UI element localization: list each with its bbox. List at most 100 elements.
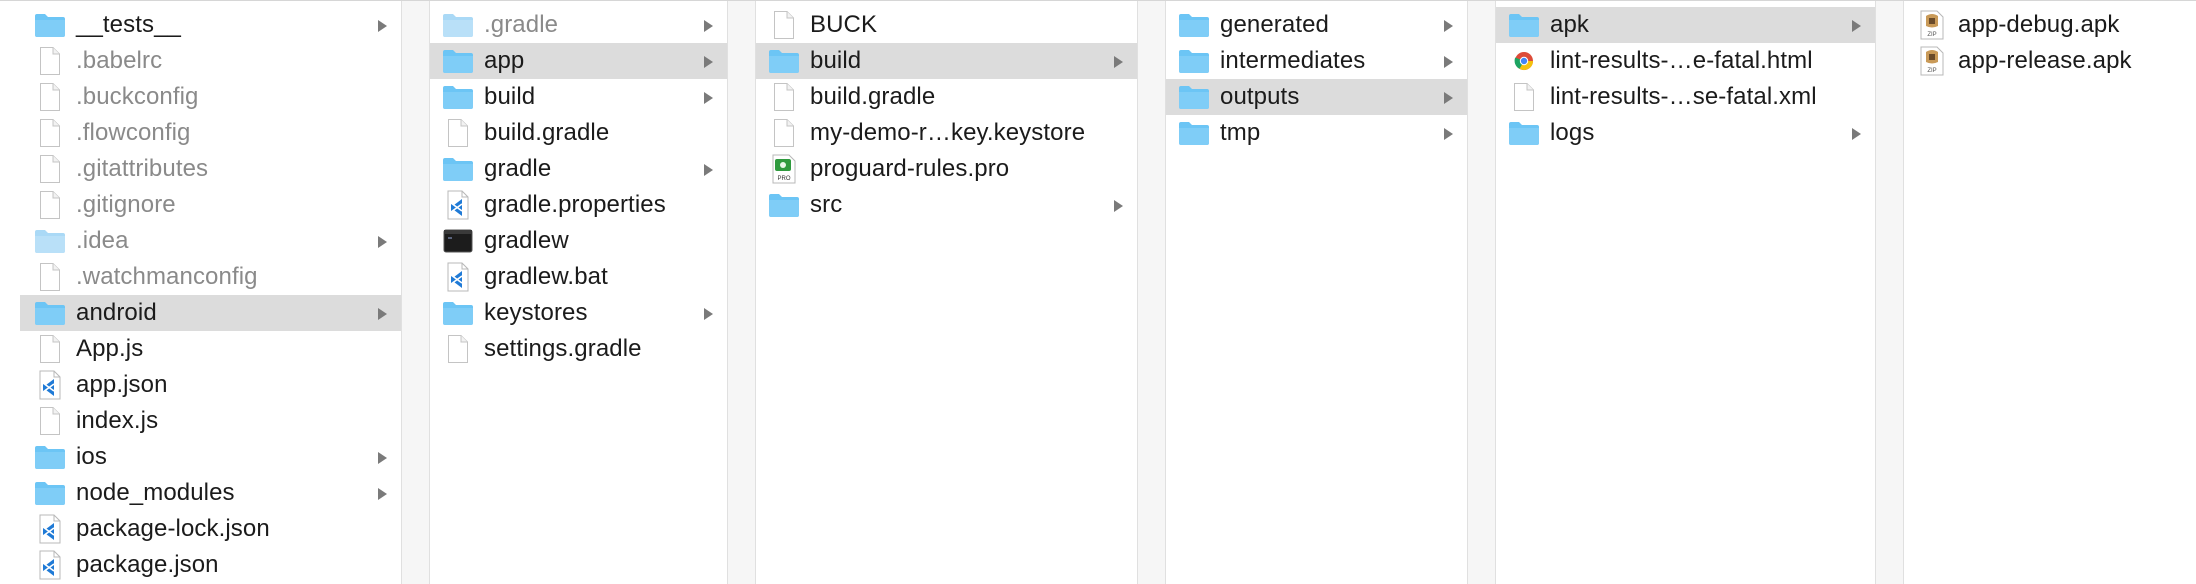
vscode-file-icon	[34, 370, 66, 400]
item-name: lint-results-…e-fatal.html	[1550, 47, 1813, 74]
file-item[interactable]: .gitignore	[20, 187, 401, 223]
folder-icon	[34, 299, 66, 327]
disclosure-arrow-icon	[704, 56, 713, 68]
item-name: outputs	[1220, 83, 1300, 110]
file-item[interactable]: BUCK	[756, 7, 1137, 43]
column-4[interactable]: generated intermediates outputs tmp	[1166, 1, 1468, 584]
folder-item[interactable]: ios	[20, 439, 401, 475]
column-resize-gutter[interactable]	[1468, 1, 1496, 584]
apk-zip-icon: ZIP	[1916, 46, 1948, 76]
folder-icon	[34, 227, 66, 255]
folder-item[interactable]: build	[430, 79, 727, 115]
column-5[interactable]: apk lint-results-…e-fatal.html lint-resu…	[1496, 1, 1876, 584]
item-name: BUCK	[810, 11, 878, 38]
column-6[interactable]: ZIP app-debug.apk ZIP app-release.apk	[1904, 1, 2196, 584]
folder-icon	[34, 479, 66, 507]
file-item[interactable]: build.gradle	[756, 79, 1137, 115]
file-item[interactable]: settings.gradle	[430, 331, 727, 367]
item-name: android	[76, 299, 157, 326]
folder-icon	[442, 155, 474, 183]
folder-item[interactable]: outputs	[1166, 79, 1467, 115]
disclosure-arrow-icon	[704, 20, 713, 32]
folder-icon	[1178, 47, 1210, 75]
item-name: app	[484, 47, 525, 74]
file-item[interactable]: lint-results-…se-fatal.xml	[1496, 79, 1875, 115]
apk-zip-icon: ZIP	[1916, 10, 1948, 40]
folder-item[interactable]: logs	[1496, 115, 1875, 151]
item-name: tmp	[1220, 119, 1261, 146]
column-3[interactable]: BUCK build build.gradle my-demo-r…key.ke…	[756, 1, 1138, 584]
file-item[interactable]: index.js	[20, 403, 401, 439]
file-item[interactable]: .flowconfig	[20, 115, 401, 151]
file-item[interactable]: .buckconfig	[20, 79, 401, 115]
column-1[interactable]: __tests__ .babelrc .buckconfig .flowconf…	[0, 1, 402, 584]
document-icon	[34, 83, 66, 111]
disclosure-arrow-icon	[1444, 128, 1453, 140]
folder-item[interactable]: node_modules	[20, 475, 401, 511]
item-name: App.js	[76, 335, 144, 362]
folder-item[interactable]: generated	[1166, 7, 1467, 43]
item-name: intermediates	[1220, 47, 1366, 74]
item-name: gradle	[484, 155, 552, 182]
document-icon	[768, 83, 800, 111]
item-name: gradlew	[484, 227, 569, 254]
file-item[interactable]: ZIP app-release.apk	[1904, 43, 2196, 79]
folder-item[interactable]: keystores	[430, 295, 727, 331]
file-item[interactable]: app.json	[20, 367, 401, 403]
folder-item[interactable]: apk	[1496, 7, 1875, 43]
folder-item[interactable]: android	[20, 295, 401, 331]
column-resize-gutter[interactable]	[1876, 1, 1904, 584]
file-item[interactable]: gradlew	[430, 223, 727, 259]
file-item[interactable]: ZIP app-debug.apk	[1904, 7, 2196, 43]
item-name: __tests__	[76, 11, 181, 38]
folder-item[interactable]: src	[756, 187, 1137, 223]
vscode-file-icon	[442, 262, 474, 292]
document-icon	[34, 47, 66, 75]
file-item[interactable]: .babelrc	[20, 43, 401, 79]
disclosure-arrow-icon	[704, 92, 713, 104]
folder-item[interactable]: build	[756, 43, 1137, 79]
item-name: .buckconfig	[76, 83, 199, 110]
folder-item[interactable]: app	[430, 43, 727, 79]
file-item[interactable]: PRO proguard-rules.pro	[756, 151, 1137, 187]
file-item[interactable]: package.json	[20, 547, 401, 583]
folder-icon	[1508, 11, 1540, 39]
item-name: src	[810, 191, 843, 218]
column-resize-gutter[interactable]	[402, 1, 430, 584]
item-name: proguard-rules.pro	[810, 155, 1010, 182]
folder-icon	[1508, 119, 1540, 147]
disclosure-arrow-icon	[1444, 20, 1453, 32]
vscode-file-icon	[442, 190, 474, 220]
column-resize-gutter[interactable]	[1138, 1, 1166, 584]
document-icon	[768, 119, 800, 147]
file-item[interactable]: package-lock.json	[20, 511, 401, 547]
finder-column-browser: __tests__ .babelrc .buckconfig .flowconf…	[0, 0, 2196, 584]
folder-icon	[34, 443, 66, 471]
file-item[interactable]: gradle.properties	[430, 187, 727, 223]
column-item-list: apk lint-results-…e-fatal.html lint-resu…	[1496, 7, 1875, 151]
column-resize-gutter[interactable]	[728, 1, 756, 584]
file-item[interactable]: App.js	[20, 331, 401, 367]
file-item[interactable]: .watchmanconfig	[20, 259, 401, 295]
folder-icon	[442, 299, 474, 327]
document-icon	[34, 155, 66, 183]
file-item[interactable]: my-demo-r…key.keystore	[756, 115, 1137, 151]
column-item-list: __tests__ .babelrc .buckconfig .flowconf…	[0, 7, 401, 583]
folder-item[interactable]: .idea	[20, 223, 401, 259]
column-item-list: ZIP app-debug.apk ZIP app-release.apk	[1904, 7, 2196, 79]
folder-item[interactable]: .gradle	[430, 7, 727, 43]
folder-item[interactable]: tmp	[1166, 115, 1467, 151]
folder-item[interactable]: __tests__	[20, 7, 401, 43]
item-name: .gitattributes	[76, 155, 209, 182]
file-item[interactable]: build.gradle	[430, 115, 727, 151]
document-icon	[34, 119, 66, 147]
folder-item[interactable]: intermediates	[1166, 43, 1467, 79]
item-name: .watchmanconfig	[76, 263, 258, 290]
column-2[interactable]: .gradle app build build.gradle gradle gr…	[430, 1, 728, 584]
disclosure-arrow-icon	[1852, 20, 1861, 32]
item-name: keystores	[484, 299, 588, 326]
folder-item[interactable]: gradle	[430, 151, 727, 187]
file-item[interactable]: gradlew.bat	[430, 259, 727, 295]
file-item[interactable]: .gitattributes	[20, 151, 401, 187]
file-item[interactable]: lint-results-…e-fatal.html	[1496, 43, 1875, 79]
